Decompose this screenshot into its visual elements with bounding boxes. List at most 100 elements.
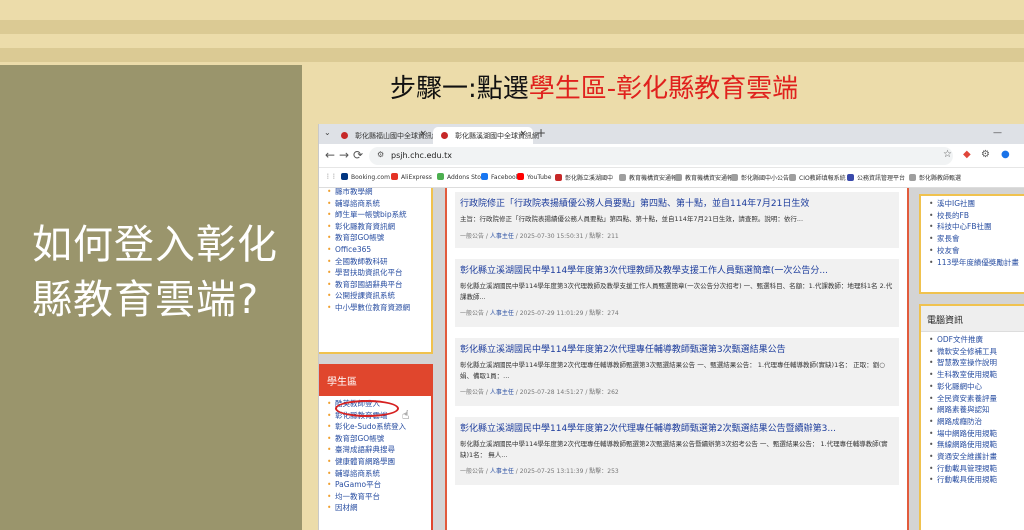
link-item[interactable]: 因材網 — [327, 502, 431, 514]
link-item[interactable]: 全國教師教科研 — [327, 256, 431, 268]
bookmark-item[interactable]: 教育機構資安通報 — [619, 173, 677, 182]
bookmark-item[interactable]: Facebook — [481, 173, 519, 181]
step-highlight: 學生區-彰化縣教育雲端 — [528, 74, 799, 104]
new-tab-icon[interactable]: + — [536, 126, 546, 140]
link-item[interactable]: 行動載具使用規範 — [929, 474, 1024, 486]
account-icon[interactable]: ● — [1001, 149, 1010, 160]
link-item[interactable]: 行動載具管理規範 — [929, 463, 1024, 475]
link-item[interactable]: ODF文件推廣 — [929, 334, 1024, 346]
link-item[interactable]: 教育部GO帳號 — [327, 232, 431, 244]
news-desc: 彰化縣立溪湖國民中學114學年度第2次代理專任輔導教師甄選第2次甄選結果公告暨續… — [460, 440, 888, 459]
reload-icon[interactable]: ⟳ — [353, 148, 363, 162]
link-item[interactable]: 校友會 — [929, 245, 1024, 257]
bookmark-item[interactable]: 教育機構資安通報 — [675, 173, 733, 182]
url-input[interactable]: ⚙ psjh.chc.edu.tx — [369, 147, 953, 165]
link-item[interactable]: 縣市教學網 — [327, 188, 431, 198]
bookmark-item[interactable]: YouTube — [517, 173, 551, 181]
news-meta: 一般公告 / 人事主任 / 2025-07-25 13:11:39 / 點擊：2… — [460, 468, 619, 475]
link-item[interactable]: 智慧教室操作說明 — [929, 357, 1024, 369]
news-card[interactable]: 彰化縣立溪湖國民中學114學年度第2次代理專任輔導教師甄選第3次甄選結果公告 彰… — [455, 338, 899, 406]
link-item[interactable]: 資通安全維護計畫 — [929, 451, 1024, 463]
step-caption: 步驟一:點選學生區-彰化縣教育雲端 — [390, 68, 798, 105]
close-icon[interactable]: × — [519, 129, 527, 139]
link-item[interactable]: PaGamo平台 — [327, 479, 431, 491]
computer-info-header: 電腦資訊 — [921, 306, 1024, 332]
news-meta: 一般公告 / 人事主任 / 2025-07-30 15:50:31 / 點擊：2… — [460, 232, 619, 240]
bookmark-item[interactable]: Addons Store — [437, 173, 487, 181]
bookmarks-bar: ⋮⋮ Booking.com AliExpress Addons Store F… — [319, 168, 1024, 188]
link-item[interactable]: 網路素養與認知 — [929, 404, 1024, 416]
bookmark-item[interactable]: AliExpress — [391, 173, 432, 181]
bookmark-item[interactable]: 彰化縣國中小公告 — [731, 173, 789, 182]
link-item[interactable]: 中小學數位教育資源網 — [327, 302, 431, 314]
right-link-list: 溪中IG社團校長的FB科技中心FB社團家長會校友會113學年度績優獎勵計畫 — [921, 196, 1024, 268]
link-item[interactable]: 網路成癮防治 — [929, 416, 1024, 428]
shield-icon[interactable]: ◆ — [963, 149, 971, 160]
link-item[interactable]: 輔導諮商系統 — [327, 198, 431, 210]
link-item[interactable]: 科技中心FB社團 — [929, 221, 1024, 233]
bookmark-item[interactable]: 彰化縣教師甄選 — [909, 173, 961, 182]
link-item[interactable]: 溪中IG社團 — [929, 198, 1024, 210]
tab-xihu[interactable]: 彰化縣溪湖國中全球資訊網 × — [433, 127, 539, 144]
link-item[interactable]: 臺灣成語辭典搜尋 — [327, 444, 431, 456]
news-card[interactable]: 彰化縣立溪湖國民中學114學年度第3次代理教師及教學支援工作人員甄選簡章(一次公… — [455, 259, 899, 327]
link-item[interactable]: 學習扶助資訊化平台 — [327, 267, 431, 279]
link-item[interactable]: 彰化e-Sudo系統登入 — [327, 421, 431, 433]
news-meta: 一般公告 / 人事主任 / 2025-07-28 14:51:27 / 點擊：2… — [460, 389, 619, 396]
news-desc: 彰化縣立溪湖國民中學114學年度第3次代理教師及教學支援工作人員甄選簡章(一次公… — [460, 282, 893, 301]
news-desc: 主旨：行政院修正「行政院表揚績優公務人員要點」第四點、第十點，並自114年7月2… — [460, 215, 804, 223]
news-title[interactable]: 行政院修正「行政院表揚績優公務人員要點」第四點、第十點，並自114年7月21日生… — [460, 198, 894, 211]
minimize-icon[interactable]: — — [993, 128, 1002, 138]
link-item[interactable]: 全民資安素養評量 — [929, 393, 1024, 405]
forward-icon[interactable]: → — [339, 148, 349, 162]
link-item[interactable]: 均一教育平台 — [327, 491, 431, 503]
highlight-circle — [335, 400, 399, 417]
link-item[interactable]: 校長的FB — [929, 210, 1024, 222]
student-area-box: 學生區 酷英教師登入彰化縣教育雲端彰化e-Sudo系統登入教育部GO帳號臺灣成語… — [319, 364, 433, 530]
bookmark-item[interactable]: 彰化縣立溪湖國中 — [555, 173, 613, 182]
student-area-header: 學生區 — [319, 366, 431, 396]
link-item[interactable]: 師生單一帳號bip系統 — [327, 209, 431, 221]
left-link-list: 縣市教學網輔導諮商系統師生單一帳號bip系統彰化縣教育資訊網教育部GO帳號Off… — [319, 188, 431, 314]
bookmark-item[interactable]: CIO教師填報系統 — [789, 173, 846, 182]
star-icon[interactable]: ☆ — [943, 149, 952, 160]
link-item[interactable]: 微軟安全修補工具 — [929, 346, 1024, 358]
link-item[interactable]: 教育部國語辭典平台 — [327, 279, 431, 291]
school-favicon-icon — [441, 132, 448, 139]
news-desc: 彰化縣立溪湖國民中學114學年度第2次代理專任輔導教師甄選第3次甄選結果公告 一… — [460, 361, 885, 380]
link-item[interactable]: 生科教室使用規範 — [929, 369, 1024, 381]
tab-bar: ⌄ 彰化縣福山國中全球資訊網 × 彰化縣溪湖國中全球資訊網 × + — — [319, 124, 1024, 144]
link-item[interactable]: 輔導諮商系統 — [327, 468, 431, 480]
computer-info-list: ODF文件推廣微軟安全修補工具智慧教室操作說明生科教室使用規範彰化縣網中心全民資… — [921, 332, 1024, 486]
decor-band — [0, 20, 1024, 34]
decor-band — [0, 48, 1024, 62]
apps-icon[interactable]: ⋮⋮ — [325, 173, 337, 180]
link-item[interactable]: 健康體育網路學園 — [327, 456, 431, 468]
news-title[interactable]: 彰化縣立溪湖國民中學114學年度第2次代理專任輔導教師甄選第2次甄選結果公告暨續… — [460, 423, 894, 436]
news-card[interactable]: 行政院修正「行政院表揚績優公務人員要點」第四點、第十點，並自114年7月21日生… — [455, 192, 899, 248]
bookmark-item[interactable]: Booking.com — [341, 173, 390, 181]
link-item[interactable]: 教育部GO帳號 — [327, 433, 431, 445]
news-title[interactable]: 彰化縣立溪湖國民中學114學年度第3次代理教師及教學支援工作人員甄選簡章(一次公… — [460, 265, 894, 278]
left-link-box: 縣市教學網輔導諮商系統師生單一帳號bip系統彰化縣教育資訊網教育部GO帳號Off… — [319, 188, 433, 354]
tab-search-icon[interactable]: ⌄ — [324, 128, 331, 137]
bookmark-item[interactable]: 公務資訊管理平台 — [847, 173, 905, 182]
link-item[interactable]: 彰化縣網中心 — [929, 381, 1024, 393]
link-item[interactable]: 彰化縣教育資訊網 — [327, 221, 431, 233]
computer-info-box: 電腦資訊 ODF文件推廣微軟安全修補工具智慧教室操作說明生科教室使用規範彰化縣網… — [919, 304, 1024, 530]
link-item[interactable]: 場中網路使用規範 — [929, 428, 1024, 440]
link-item[interactable]: 家長會 — [929, 233, 1024, 245]
close-icon[interactable]: × — [419, 129, 427, 139]
extension-icon[interactable]: ⚙ — [981, 149, 990, 160]
news-title[interactable]: 彰化縣立溪湖國民中學114學年度第2次代理專任輔導教師甄選第3次甄選結果公告 — [460, 344, 894, 357]
link-item[interactable]: 無線網路使用規範 — [929, 439, 1024, 451]
link-item[interactable]: 113學年度績優獎勵計畫 — [929, 257, 1024, 269]
news-card[interactable]: 彰化縣立溪湖國民中學114學年度第2次代理專任輔導教師甄選第2次甄選結果公告暨續… — [455, 417, 899, 485]
back-icon[interactable]: ← — [325, 148, 335, 162]
step-prefix: 步驟一:點選 — [390, 74, 529, 104]
slide-title-panel: 如何登入彰化縣教育雲端? — [0, 65, 302, 530]
link-item[interactable]: 公開授課資訊系統 — [327, 290, 431, 302]
site-info-icon[interactable]: ⚙ — [377, 150, 384, 159]
link-item[interactable]: Office365 — [327, 244, 431, 256]
tab-fushan[interactable]: 彰化縣福山國中全球資訊網 × — [333, 127, 439, 144]
